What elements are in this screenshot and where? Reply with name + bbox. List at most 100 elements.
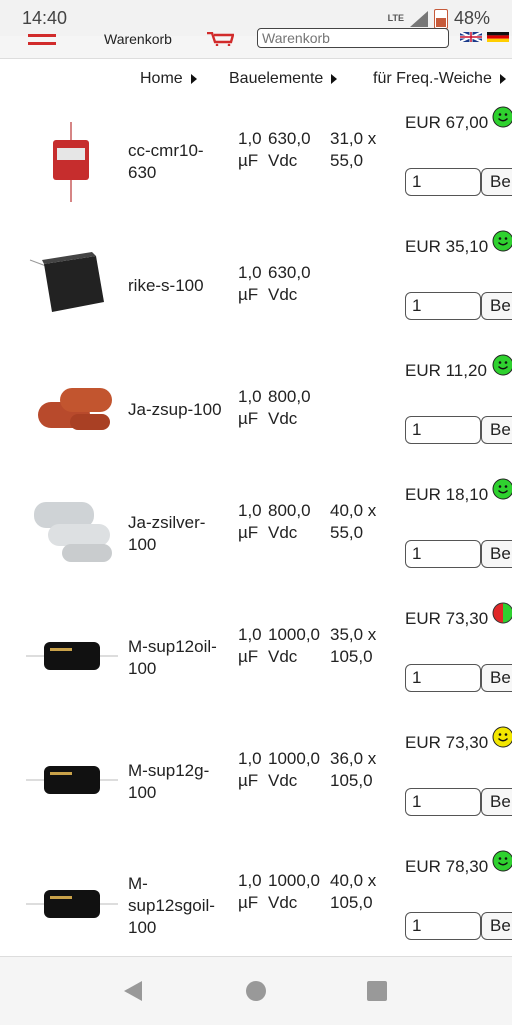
quantity-input[interactable]	[405, 664, 481, 692]
breadcrumb: Home Bauelemente für Freq.-Weiche	[0, 58, 512, 98]
product-name[interactable]: M-sup12oil- 100	[128, 636, 217, 680]
cart-label[interactable]: Warenkorb	[104, 31, 172, 47]
product-voltage-line: Vdc	[268, 409, 298, 428]
product-capacitance: 1,0 µF	[238, 870, 262, 914]
product-dimensions-line: 35,0 x	[330, 625, 377, 644]
network-label: LTE	[387, 13, 404, 23]
product-image[interactable]	[26, 112, 118, 212]
breadcrumb-bauelemente[interactable]: Bauelemente	[229, 70, 338, 88]
add-to-cart-button[interactable]: Be	[481, 168, 512, 196]
green-smiley-icon	[492, 106, 512, 128]
product-capacitance: 1,0 µF	[238, 624, 262, 668]
breadcrumb-freq-weiche[interactable]: für Freq.-Weiche	[373, 70, 506, 88]
back-icon[interactable]	[122, 979, 144, 1003]
product-capacitance-line: µF	[238, 647, 259, 666]
product-capacitance-line: µF	[238, 771, 259, 790]
product-voltage-line: Vdc	[268, 285, 298, 304]
product-capacitance-line: 1,0	[238, 749, 262, 768]
status-icons: LTE 48%	[388, 8, 490, 29]
green-smiley-icon	[492, 478, 512, 500]
quantity-input[interactable]	[405, 540, 481, 568]
product-dimensions-line: 40,0 x	[330, 501, 377, 520]
add-to-cart-button[interactable]: Be	[481, 416, 512, 444]
quantity-input[interactable]	[405, 912, 481, 940]
quantity-input[interactable]	[405, 292, 481, 320]
product-voltage: 1000,0 Vdc	[268, 624, 320, 668]
recents-icon[interactable]	[366, 980, 388, 1002]
product-name[interactable]: Ja-zsilver- 100	[128, 512, 205, 556]
cart-icon[interactable]	[206, 32, 234, 46]
product-image[interactable]	[26, 732, 118, 832]
green-smiley-icon	[492, 230, 512, 252]
red-green-badge-icon	[492, 602, 512, 624]
product-name-line: cc-cmr10-	[128, 141, 204, 160]
product-price: EUR 78,30	[405, 857, 489, 876]
home-icon[interactable]	[245, 980, 267, 1002]
product-name[interactable]: Ja-zsup-100	[128, 399, 222, 421]
add-to-cart-button[interactable]: Be	[481, 292, 512, 320]
battery-percent: 48%	[453, 8, 490, 28]
product-voltage: 630,0 Vdc	[268, 262, 311, 306]
product-capacitance-line: 1,0	[238, 129, 262, 148]
product-dimensions: 31,0 x 55,0	[330, 128, 376, 172]
product-dimensions: 40,0 x 55,0	[330, 500, 376, 544]
green-smiley-icon	[492, 354, 512, 376]
uk-flag-icon[interactable]	[460, 32, 482, 42]
add-to-cart-button[interactable]: Be	[481, 912, 512, 940]
quantity-input[interactable]	[405, 788, 481, 816]
search-input[interactable]	[257, 28, 449, 48]
product-voltage-line: 1000,0	[268, 871, 320, 890]
product-voltage: 1000,0 Vdc	[268, 870, 320, 914]
product-name[interactable]: cc-cmr10- 630	[128, 140, 204, 184]
product-name[interactable]: M-sup12g- 100	[128, 760, 209, 804]
product-price: EUR 73,30	[405, 733, 489, 752]
product-image[interactable]	[26, 484, 118, 584]
product-dimensions: 36,0 x 105,0	[330, 748, 376, 792]
site-header: Warenkorb	[0, 28, 512, 59]
product-name[interactable]: rike-s-100	[128, 275, 204, 297]
chevron-right-icon	[190, 73, 197, 84]
product-price: EUR 67,00	[405, 113, 489, 132]
quantity-input[interactable]	[405, 168, 481, 196]
product-dimensions-line: 105,0	[330, 771, 373, 790]
product-name-line: M-sup12oil-	[128, 637, 217, 656]
product-name-line: 100	[128, 918, 157, 937]
product-voltage-line: 630,0	[268, 263, 311, 282]
product-dimensions-line: 55,0	[330, 151, 364, 170]
quantity-input[interactable]	[405, 416, 481, 444]
product-capacitance-line: 1,0	[238, 871, 262, 890]
product-capacitance: 1,0 µF	[238, 262, 262, 306]
product-voltage-line: Vdc	[268, 771, 298, 790]
product-capacitance: 1,0 µF	[238, 500, 262, 544]
product-image[interactable]	[26, 608, 118, 708]
green-smiley-icon	[492, 850, 512, 872]
product-name[interactable]: M-sup12sgoil- 100	[128, 873, 215, 939]
add-to-cart-button[interactable]: Be	[481, 664, 512, 692]
product-voltage-line: Vdc	[268, 647, 298, 666]
product-dimensions-line: 55,0	[330, 523, 364, 542]
product-capacitance-line: µF	[238, 151, 259, 170]
add-to-cart-button[interactable]: Be	[481, 788, 512, 816]
product-name-line: 630	[128, 163, 157, 182]
product-row: M-sup12oil- 100 1,0 µF 1000,0 Vdc 35,0 x 105,0 E…	[0, 602, 512, 732]
system-nav-bar	[0, 956, 512, 1025]
product-voltage-line: 1000,0	[268, 625, 320, 644]
breadcrumb-home[interactable]: Home	[140, 70, 197, 88]
product-voltage-line: 800,0	[268, 387, 311, 406]
product-row: cc-cmr10- 630 1,0 µF 630,0 Vdc 31,0 x 55,0 EUR 6…	[0, 106, 512, 236]
product-dimensions-line: 31,0 x	[330, 129, 377, 148]
add-to-cart-button[interactable]: Be	[481, 540, 512, 568]
product-capacitance-line: µF	[238, 409, 259, 428]
product-image[interactable]	[26, 236, 118, 336]
product-voltage: 630,0 Vdc	[268, 128, 311, 172]
yellow-smiley-icon	[492, 726, 512, 748]
product-voltage: 800,0 Vdc	[268, 500, 311, 544]
product-capacitance-line: 1,0	[238, 263, 262, 282]
de-flag-icon[interactable]	[487, 32, 509, 42]
hamburger-icon[interactable]	[28, 34, 56, 50]
product-voltage-line: Vdc	[268, 151, 298, 170]
product-image[interactable]	[26, 856, 118, 956]
product-row: M-sup12g- 100 1,0 µF 1000,0 Vdc 36,0 x 105,0 EUR…	[0, 726, 512, 856]
product-image[interactable]	[26, 360, 118, 460]
product-row: Ja-zsilver- 100 1,0 µF 800,0 Vdc 40,0 x 55,0 EUR…	[0, 478, 512, 608]
